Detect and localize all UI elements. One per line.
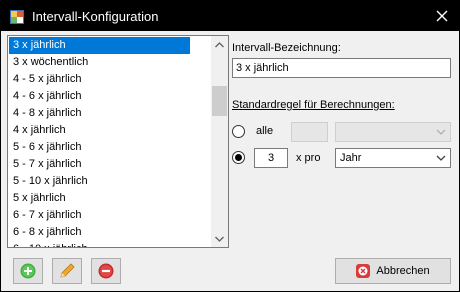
radio-dot <box>235 154 242 161</box>
chevron-down-icon <box>436 129 446 135</box>
add-button[interactable] <box>13 258 43 284</box>
interval-listbox[interactable]: 3 x jährlich 3 x wöchentlich 4 - 5 x jährl… <box>7 35 229 248</box>
list-item[interactable]: 6 - 8 x jährlich <box>9 224 211 241</box>
interval-list: 3 x jährlich 3 x wöchentlich 4 - 5 x jährl… <box>9 37 211 247</box>
period-value: Jahr <box>340 152 362 164</box>
cancel-label: Abbrechen <box>376 265 430 277</box>
period-select[interactable]: Jahr <box>335 148 451 168</box>
scroll-thumb[interactable] <box>212 86 227 116</box>
pencil-icon <box>60 263 75 278</box>
app-icon <box>10 10 24 24</box>
times-label: x pro <box>296 152 321 164</box>
delete-button[interactable] <box>91 258 121 284</box>
close-icon <box>436 10 448 22</box>
list-item[interactable]: 6 - 10 x jährlich <box>9 241 211 247</box>
list-item[interactable]: 5 - 6 x jährlich <box>9 139 211 156</box>
chevron-down-icon <box>436 155 446 161</box>
chevron-up-icon <box>215 41 224 47</box>
list-item[interactable]: 5 x jährlich <box>9 190 211 207</box>
name-label: Intervall-Bezeichnung: <box>232 42 341 54</box>
delete-icon <box>98 263 114 279</box>
scroll-up-button[interactable] <box>211 36 228 53</box>
list-item[interactable]: 3 x jährlich <box>9 37 190 54</box>
list-scrollbar[interactable] <box>211 36 228 247</box>
radio-all[interactable] <box>232 125 245 138</box>
radio-all-label: alle <box>256 125 274 137</box>
add-icon <box>20 263 36 279</box>
close-button[interactable] <box>425 1 459 31</box>
window-title: Intervall-Konfiguration <box>32 9 159 24</box>
list-item[interactable]: 4 - 5 x jährlich <box>9 71 211 88</box>
list-item[interactable]: 5 - 7 x jährlich <box>9 156 211 173</box>
name-input[interactable]: 3 x jährlich <box>232 58 451 78</box>
scroll-down-button[interactable] <box>211 230 228 247</box>
list-item[interactable]: 5 - 10 x jährlich <box>9 173 211 190</box>
list-item[interactable]: 4 - 6 x jährlich <box>9 88 211 105</box>
cancel-button[interactable]: Abbrechen <box>335 258 451 284</box>
times-input[interactable]: 3 <box>254 148 288 168</box>
all-value-input <box>291 122 328 142</box>
edit-button[interactable] <box>52 258 82 284</box>
cancel-icon <box>356 264 371 278</box>
list-item[interactable]: 6 - 7 x jährlich <box>9 207 211 224</box>
title-bar[interactable]: Intervall-Konfiguration <box>1 1 459 31</box>
rule-label: Standardregel für Berechnungen: <box>232 99 395 111</box>
all-period-select <box>335 122 451 142</box>
radio-times[interactable] <box>232 151 245 164</box>
list-item[interactable]: 4 x jährlich <box>9 122 211 139</box>
list-item[interactable]: 3 x wöchentlich <box>9 54 211 71</box>
chevron-down-icon <box>215 236 224 242</box>
list-item[interactable]: 4 - 8 x jährlich <box>9 105 211 122</box>
dialog-window: Intervall-Konfiguration 3 x jährlich 3 x … <box>1 1 459 291</box>
